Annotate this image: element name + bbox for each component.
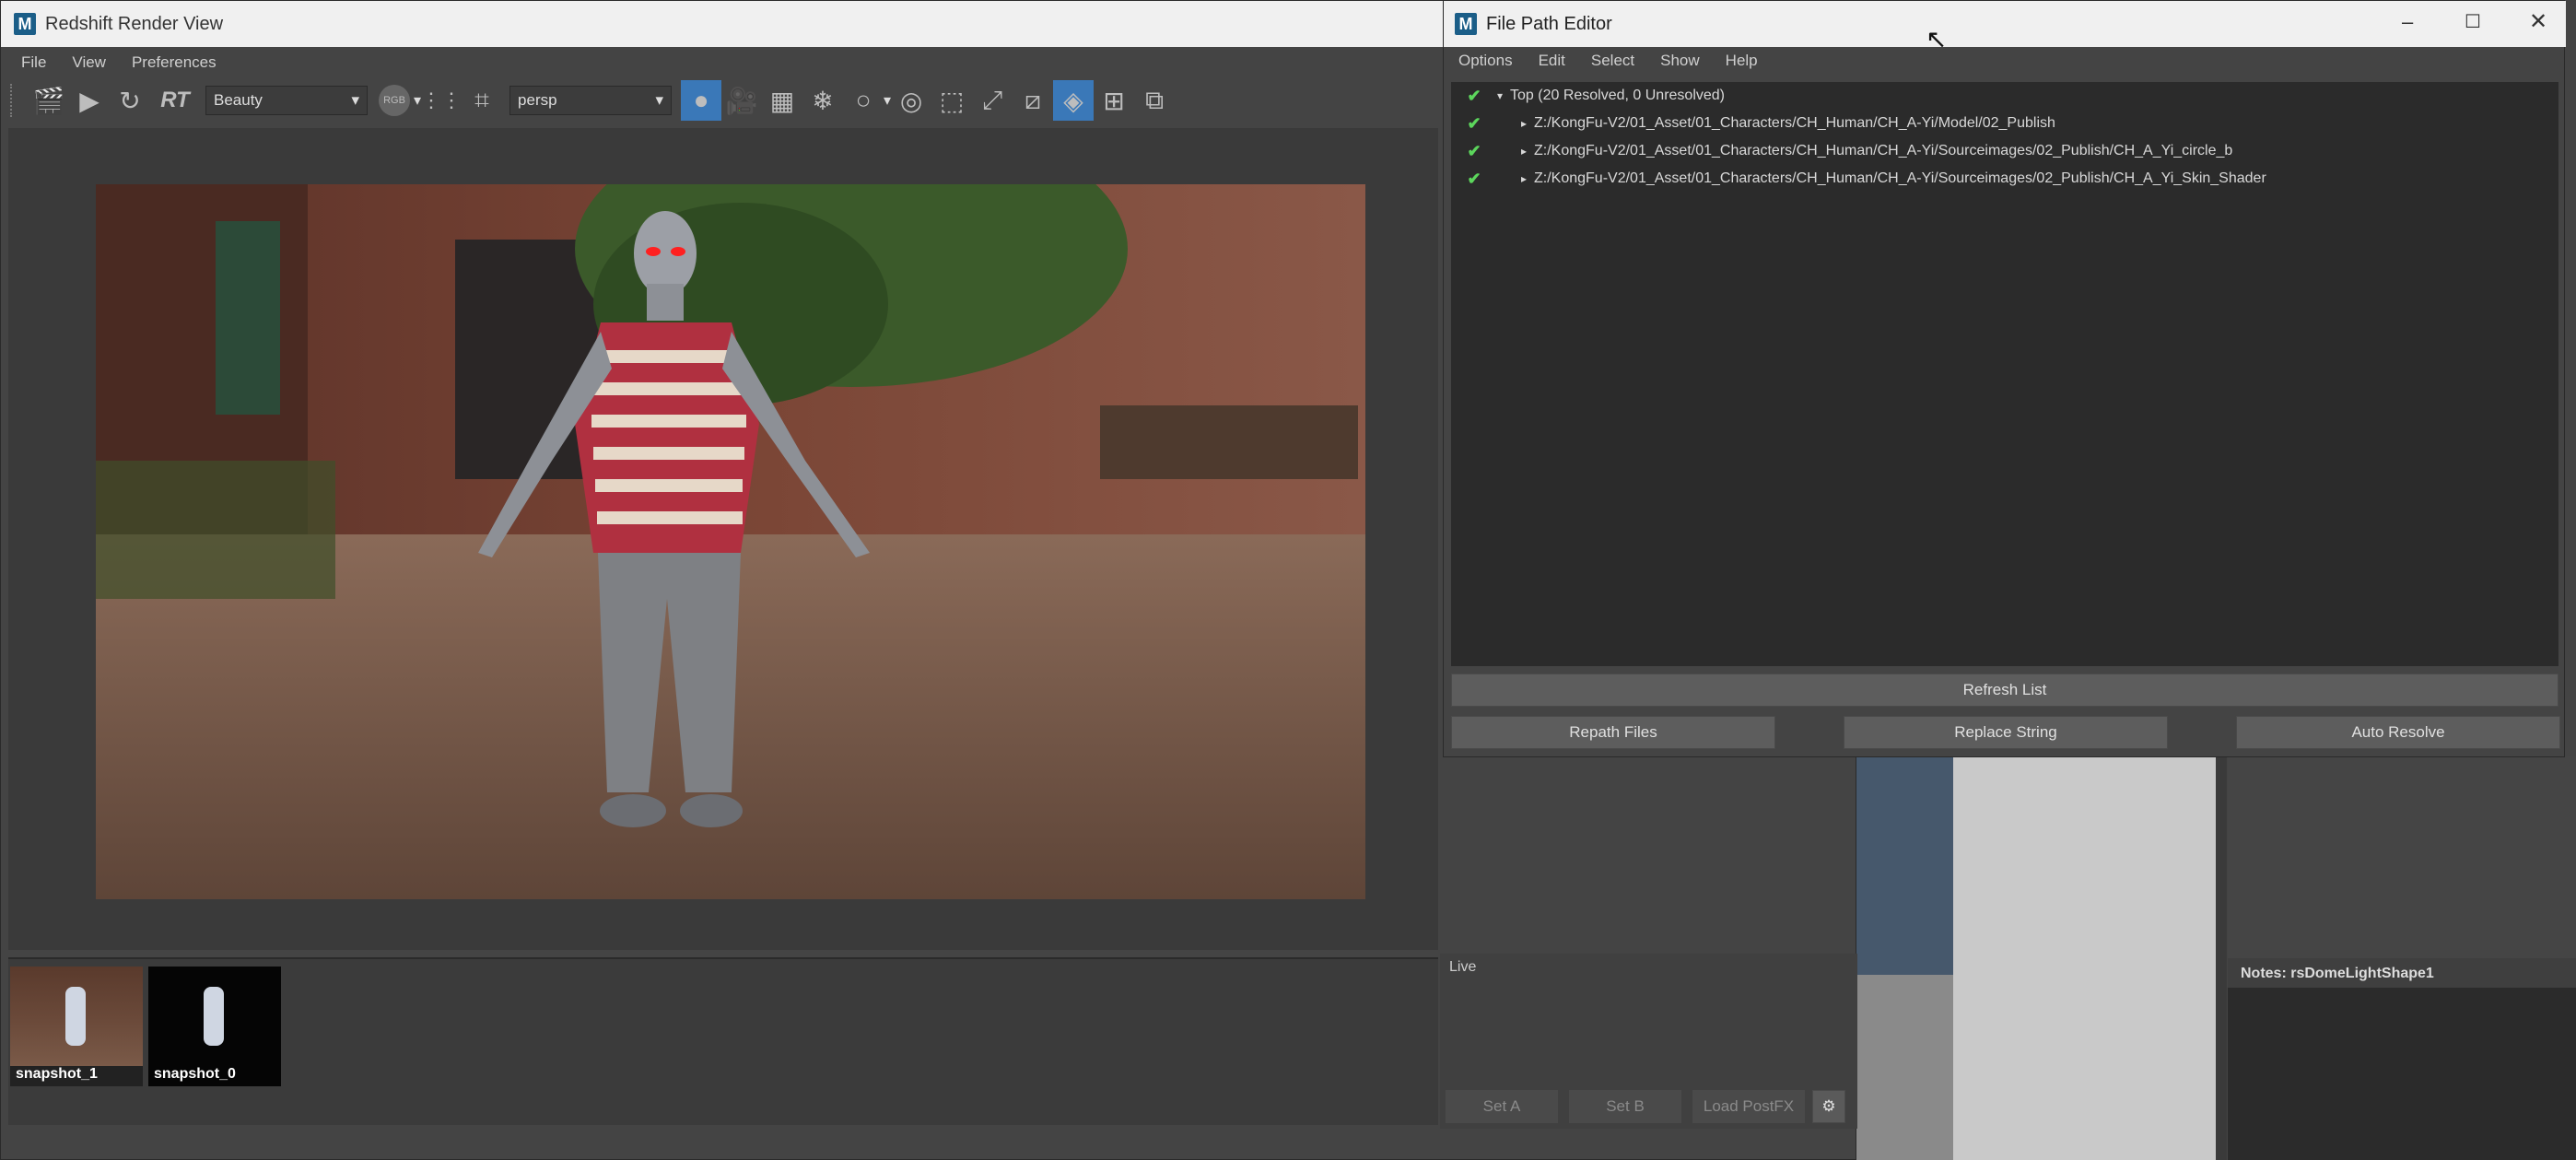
menu-help[interactable]: Help [1726,52,1758,70]
refresh-icon[interactable]: ↻ [110,80,150,121]
postfx-panel: Live Set A Set B Load PostFX ⚙ [1440,954,1857,1129]
rgb-button[interactable]: RGB [379,85,410,116]
check-icon: ✔ [1467,113,1481,133]
rt-button[interactable]: RT [150,80,200,121]
path-label: Z:/KongFu-V2/01_Asset/01_Characters/CH_H… [1534,143,2233,158]
region-icon[interactable]: ⬚ [931,80,972,121]
path-label: Z:/KongFu-V2/01_Asset/01_Characters/CH_H… [1534,115,2055,131]
snapshot-label: snapshot_0 [154,1066,236,1082]
auto-resolve-button[interactable]: Auto Resolve [2236,716,2560,749]
snapshot-strip: snapshot_1 snapshot_0 [8,957,1438,1125]
menu-show[interactable]: Show [1660,52,1700,70]
set-a-button[interactable]: Set A [1446,1090,1558,1123]
maximize-icon[interactable]: ☐ [2465,10,2481,33]
minimize-icon[interactable]: – [2402,10,2413,34]
snapshot-figure [65,987,86,1046]
lock-view-icon[interactable]: ◈ [1053,80,1095,121]
menu-preferences[interactable]: Preferences [132,53,217,72]
notes-text-area[interactable] [2228,988,2576,1160]
expand-icon[interactable]: ▸ [1521,117,1534,130]
path-label: Z:/KongFu-V2/01_Asset/01_Characters/CH_H… [1534,170,2266,186]
expand-icon[interactable]: ▸ [1521,145,1534,158]
snapshot-item[interactable]: snapshot_0 [148,967,281,1086]
check-icon: ✔ [1467,86,1481,105]
snapshot-item[interactable]: snapshot_1 [10,967,143,1086]
aov-value: Beauty [214,91,263,109]
play-icon[interactable]: ▶ [69,80,110,121]
tree-row-top[interactable]: ✔ ▾ Top (20 Resolved, 0 Unresolved) [1451,82,2558,110]
snapshot-thumb [148,967,281,1066]
snapshot-label: snapshot_1 [16,1066,98,1082]
grid-icon[interactable]: ▦ [762,80,802,121]
menu-select[interactable]: Select [1591,52,1634,70]
tree-row-path[interactable]: ✔ ▸ Z:/KongFu-V2/01_Asset/01_Characters/… [1451,137,2558,165]
set-b-button[interactable]: Set B [1569,1090,1681,1123]
fpe-titlebar[interactable]: M File Path Editor – ☐ ✕ [1444,1,2566,47]
fpe-title: File Path Editor [1486,13,1612,34]
chevron-down-icon: ▾ [655,91,664,109]
diagonal-icon[interactable]: ⧄ [1013,80,1053,121]
rgb-chevron-icon[interactable]: ▾ [414,91,421,110]
refresh-list-button[interactable]: Refresh List [1451,674,2558,707]
render-toolbar: 🎬 ▶ ↻ RT Beauty ▾ RGB ▾ ⋮⋮ ⌗ persp ▾ ● 🎥… [10,78,1447,123]
notes-label: Notes: rsDomeLightShape1 [2241,966,2434,981]
load-postfx-button[interactable]: Load PostFX [1692,1090,1805,1123]
maya-logo-icon: M [1455,13,1477,35]
aov-dropdown[interactable]: Beauty ▾ [205,86,368,115]
add-snapshot-icon[interactable]: ⊞ [1094,80,1134,121]
render-view-menubar: File View Preferences [21,49,242,76]
tree-row-path[interactable]: ✔ ▸ Z:/KongFu-V2/01_Asset/01_Characters/… [1451,110,2558,137]
fit-icon[interactable]: ⤢ [972,80,1013,121]
mouse-cursor-icon: ↖ [1926,25,1948,53]
bucket-icon[interactable]: ● [681,80,722,121]
crop-icon[interactable]: ⌗ [462,80,502,121]
check-icon: ✔ [1467,169,1481,188]
notes-panel: Notes: rsDomeLightShape1 [2228,958,2576,1160]
toolbar-grip [10,84,16,117]
render-image[interactable] [96,184,1365,899]
circle-icon[interactable]: ○ [843,80,884,121]
bg-panel-light [1953,756,2220,1160]
maya-logo-icon: M [14,13,36,35]
menu-file[interactable]: File [21,53,46,72]
menu-options[interactable]: Options [1458,52,1513,70]
menu-view[interactable]: View [72,53,106,72]
check-icon: ✔ [1467,141,1481,160]
camera-dropdown[interactable]: persp ▾ [509,86,673,115]
bg-blue-panel [1856,756,1953,975]
snapshot-thumb [10,967,143,1066]
fpe-tree[interactable]: ✔ ▾ Top (20 Resolved, 0 Unresolved) ✔ ▸ … [1451,82,2558,666]
menu-edit[interactable]: Edit [1539,52,1565,70]
tree-top-label: Top (20 Resolved, 0 Unresolved) [1510,88,1726,103]
gear-icon[interactable]: ⚙ [1812,1090,1845,1123]
snowflake-icon[interactable]: ❄ [802,80,843,121]
bg-divider [2216,756,2227,1160]
circle-chevron-icon[interactable]: ▾ [884,91,891,110]
repath-files-button[interactable]: Repath Files [1451,716,1775,749]
grid-dots-icon[interactable]: ⋮⋮ [421,80,462,121]
render-image-svg [96,184,1365,899]
tree-row-path[interactable]: ✔ ▸ Z:/KongFu-V2/01_Asset/01_Characters/… [1451,165,2558,193]
replace-string-button[interactable]: Replace String [1844,716,2168,749]
file-path-editor-window: M File Path Editor – ☐ ✕ Options Edit Se… [1443,0,2566,757]
live-label: Live [1449,959,1477,975]
expand-icon[interactable]: ▸ [1521,172,1534,185]
fpe-menubar: Options Edit Select Show Help [1458,47,1784,75]
camera-value: persp [518,91,557,109]
render-view-title: Redshift Render View [45,13,224,34]
close-icon[interactable]: ✕ [2529,8,2547,35]
chevron-down-icon: ▾ [351,91,359,109]
expand-icon[interactable]: ▾ [1497,89,1510,102]
target-icon[interactable]: ◎ [891,80,931,121]
bg-right-strip [2228,756,2576,958]
camera-icon[interactable]: 🎥 [721,80,762,121]
clapper-icon[interactable]: 🎬 [29,80,69,121]
copy-icon[interactable]: ⧉ [1134,80,1175,121]
snapshot-figure [204,987,224,1046]
